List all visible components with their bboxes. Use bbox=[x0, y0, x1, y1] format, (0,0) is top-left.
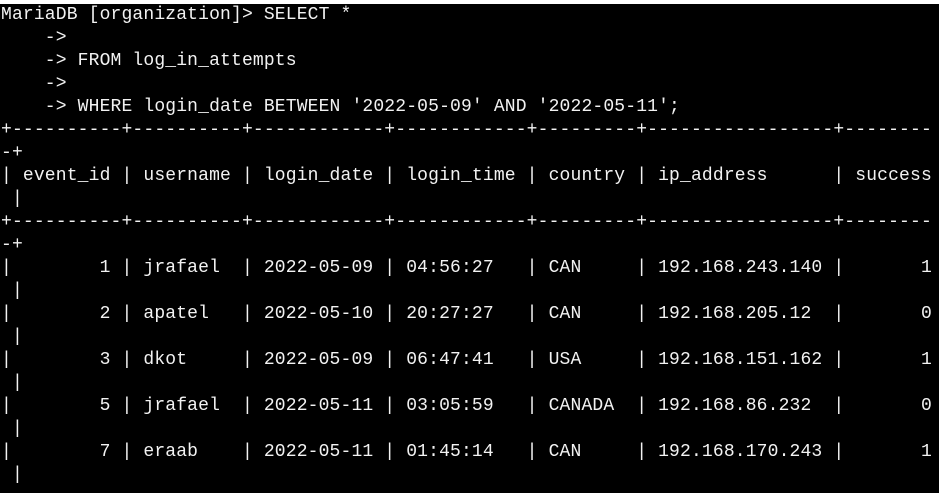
table-row-wrap: | bbox=[1, 327, 23, 347]
table-border-wrap: -+ bbox=[1, 143, 23, 163]
table-row: | 2 | apatel | 2022-05-10 | 20:27:27 | C… bbox=[1, 304, 932, 324]
continuation-line: -> bbox=[1, 74, 67, 94]
table-border-wrap: -+ bbox=[1, 235, 23, 255]
table-row: | 7 | eraab | 2022-05-11 | 01:45:14 | CA… bbox=[1, 442, 932, 462]
table-header-row: | event_id | username | login_date | log… bbox=[1, 166, 932, 186]
table-row-wrap: | bbox=[1, 465, 23, 485]
table-border-header: +----------+----------+------------+----… bbox=[1, 212, 932, 232]
table-row: | 3 | dkot | 2022-05-09 | 06:47:41 | USA… bbox=[1, 350, 932, 370]
table-row-wrap: | bbox=[1, 189, 23, 209]
table-border-top: +----------+----------+------------+----… bbox=[1, 120, 932, 140]
continuation-line: -> bbox=[1, 28, 67, 48]
prompt-line-select: MariaDB [organization]> SELECT * bbox=[1, 5, 352, 25]
terminal-window[interactable]: MariaDB [organization]> SELECT * -> -> F… bbox=[0, 4, 939, 493]
table-row-wrap: | bbox=[1, 281, 23, 301]
table-row: | 1 | jrafael | 2022-05-09 | 04:56:27 | … bbox=[1, 258, 932, 278]
table-row-wrap: | bbox=[1, 373, 23, 393]
query-line-from: -> FROM log_in_attempts bbox=[1, 51, 297, 71]
table-row-wrap: | bbox=[1, 419, 23, 439]
query-line-where: -> WHERE login_date BETWEEN '2022-05-09'… bbox=[1, 97, 681, 117]
table-row: | 5 | jrafael | 2022-05-11 | 03:05:59 | … bbox=[1, 396, 932, 416]
